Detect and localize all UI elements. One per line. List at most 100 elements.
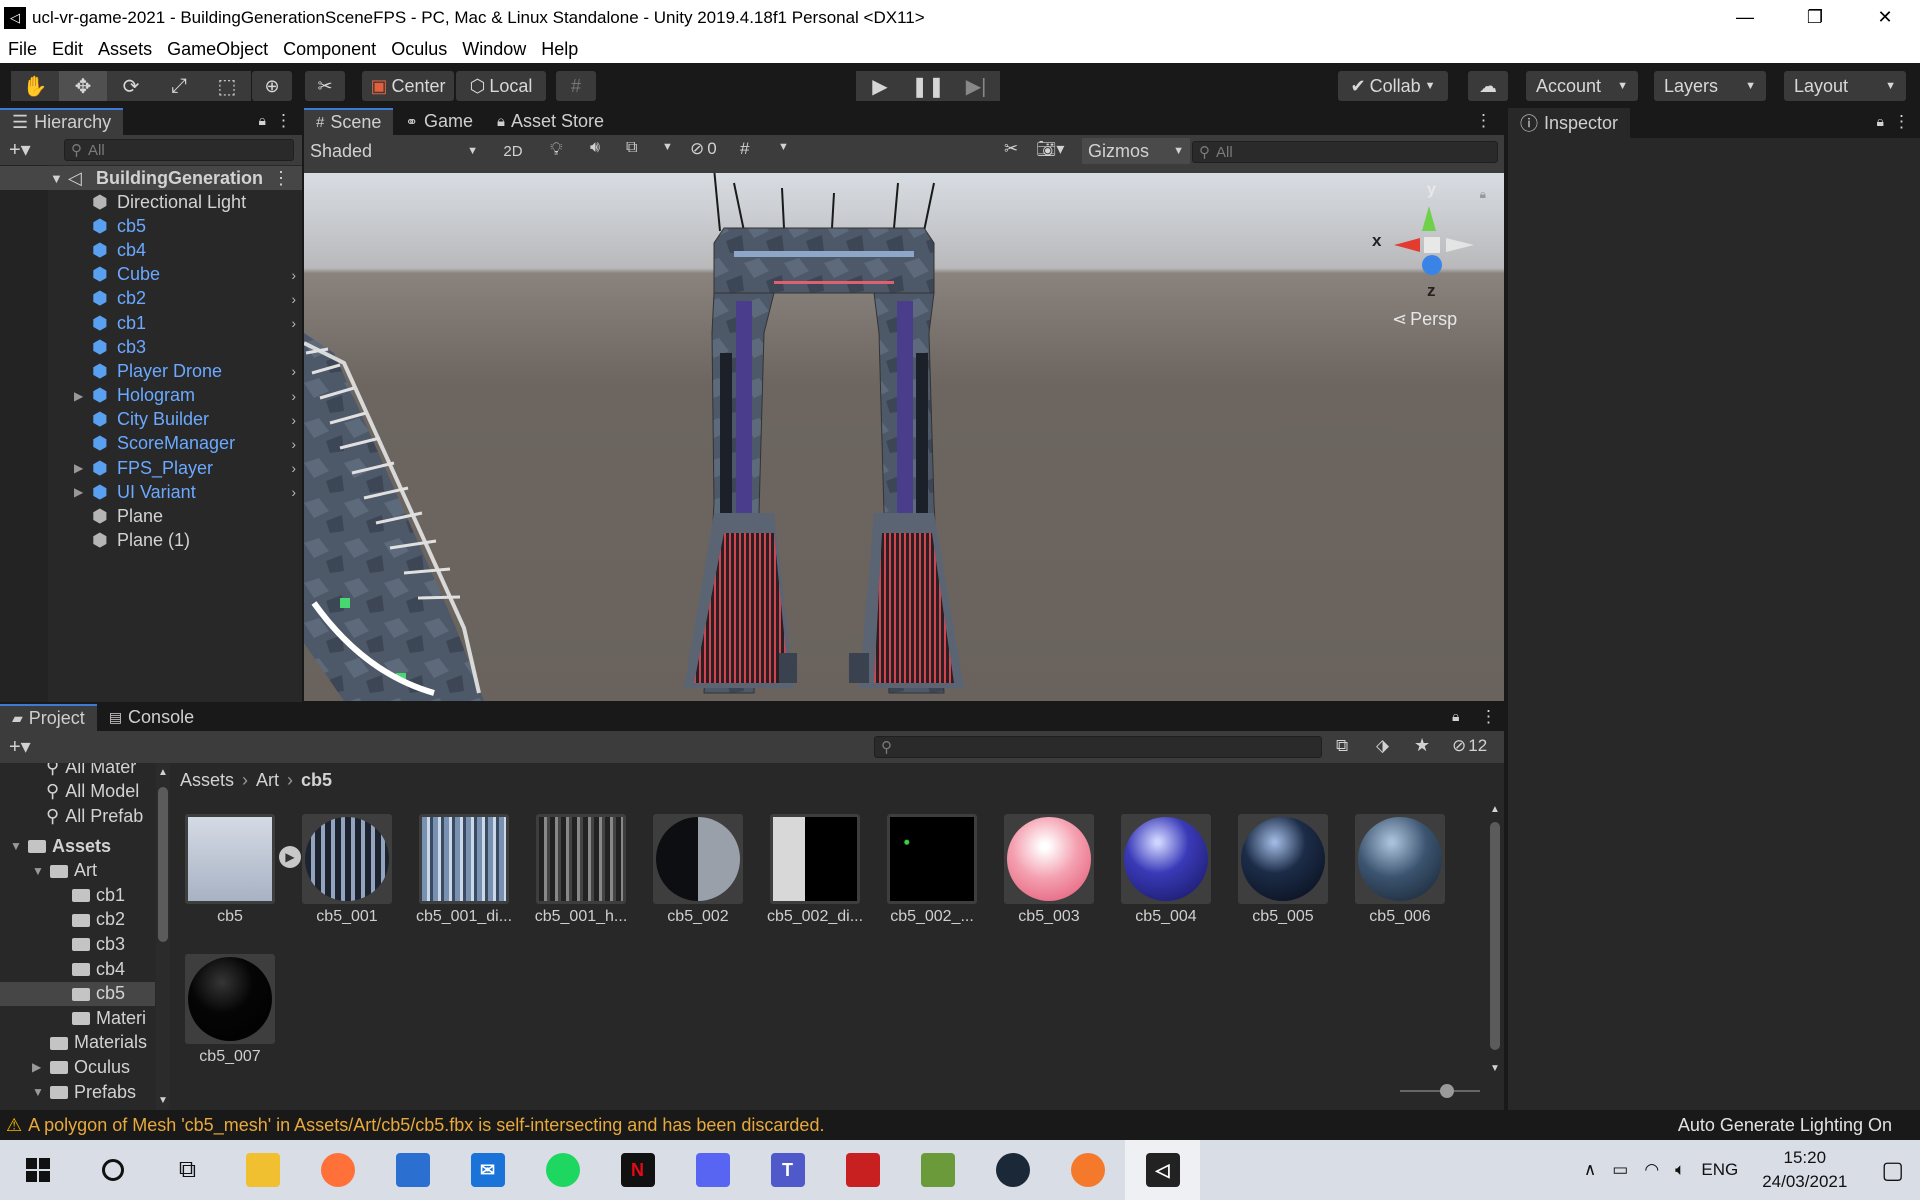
expand-down-icon[interactable]: ▼ (50, 171, 63, 186)
minecraft-icon[interactable] (900, 1140, 975, 1200)
create-plus-icon[interactable]: +▾ (9, 734, 31, 759)
notepad-icon[interactable] (375, 1140, 450, 1200)
spotify-icon[interactable] (525, 1140, 600, 1200)
asset-item[interactable]: cb5_002_... (877, 814, 987, 926)
asset-item[interactable]: cb5_002_di... (760, 814, 870, 926)
scene-visibility-toggle[interactable]: ⊘ 0 (690, 139, 717, 159)
pause-button-icon[interactable]: ❚❚ (904, 71, 952, 101)
asset-scrollbar[interactable]: ▲ ▼ (1488, 804, 1502, 1074)
prefab-open-arrow-icon[interactable]: › (291, 315, 296, 331)
breadcrumb-item[interactable]: Art (256, 770, 279, 791)
menu-item-edit[interactable]: Edit (52, 39, 83, 60)
hierarchy-item[interactable]: ▶ ⬢ FPS_Player › (0, 456, 302, 480)
folder-item[interactable]: ▶ Oculus (0, 1055, 155, 1079)
folder-item[interactable]: Materials (0, 1031, 155, 1055)
custom-tool-icon[interactable]: ✂ (305, 71, 345, 101)
expand-right-icon[interactable]: ▶ (74, 485, 83, 499)
expand-down-icon[interactable]: ▼ (10, 839, 22, 853)
folder-item[interactable]: cb1 (0, 883, 155, 907)
unity-taskbar-icon[interactable]: ◁ (1125, 1140, 1200, 1200)
hierarchy-item[interactable]: ⬢ ScoreManager › (0, 432, 302, 456)
expand-down-icon[interactable]: ▼ (32, 864, 44, 878)
play-button-icon[interactable]: ▶ (856, 71, 904, 101)
scene-search-input[interactable]: ⚲ All (1192, 141, 1498, 163)
folder-item[interactable]: Materi (0, 1006, 155, 1030)
layers-dropdown[interactable]: Layers ▼ (1654, 71, 1766, 101)
menu-item-gameobject[interactable]: GameObject (167, 39, 268, 60)
menu-item-help[interactable]: Help (541, 39, 578, 60)
kebab-menu-icon[interactable]: ⋮ (275, 111, 292, 131)
asset-scrollbar-thumb[interactable] (1490, 822, 1500, 1050)
orientation-gizmo[interactable] (1394, 206, 1474, 275)
folder-item[interactable]: cb2 (0, 908, 155, 932)
scene-viewport[interactable]: x y z ⋖ Persp 🔒︎ (304, 173, 1504, 701)
breadcrumb-item[interactable]: Assets (180, 770, 234, 791)
hidden-packages-toggle[interactable]: ⊘ 12 (1452, 736, 1487, 756)
collab-dropdown[interactable]: ✔ Collab ▼ (1338, 71, 1448, 101)
favorite-star-icon[interactable]: ★ (1414, 735, 1430, 756)
move-tool-icon[interactable]: ✥ (59, 71, 107, 101)
hierarchy-item[interactable]: ▶ ⬢ Hologram › (0, 384, 302, 408)
chevron-down-icon[interactable]: ▼ (662, 141, 673, 153)
battery-icon[interactable]: ▭ (1612, 1160, 1628, 1180)
tab-project[interactable]: ▰ Project (0, 704, 97, 731)
blender-icon[interactable] (1050, 1140, 1125, 1200)
clock[interactable]: 15:20 24/03/2021 (1762, 1146, 1847, 1194)
asset-item[interactable]: cb5_001_di... (409, 814, 519, 926)
close-button[interactable]: ✕ (1850, 0, 1920, 35)
hierarchy-item[interactable]: ⬢ cb5 (0, 214, 302, 238)
project-search-input[interactable]: ⚲ (874, 736, 1322, 758)
menu-item-oculus[interactable]: Oculus (391, 39, 447, 60)
asset-item[interactable]: cb5_006 (1345, 814, 1455, 926)
hierarchy-item[interactable]: ⬢ Plane (1) (0, 529, 302, 553)
hierarchy-item[interactable]: ⬢ cb1 › (0, 311, 302, 335)
windows-start-icon[interactable] (0, 1140, 75, 1200)
menu-item-file[interactable]: File (8, 39, 37, 60)
notifications-icon[interactable]: ▢ (1881, 1156, 1904, 1185)
mail-icon[interactable]: ✉ (450, 1140, 525, 1200)
kebab-menu-icon[interactable]: ⋮ (1480, 707, 1497, 727)
create-plus-icon[interactable]: +▾ (9, 137, 31, 162)
volume-icon[interactable]: 🔈︎ (1675, 1160, 1685, 1180)
prefab-open-arrow-icon[interactable]: › (291, 363, 296, 379)
menu-item-window[interactable]: Window (462, 39, 526, 60)
tab-console[interactable]: ▤ Console (97, 704, 206, 731)
firefox-icon[interactable] (300, 1140, 375, 1200)
projection-toggle[interactable]: ⋖ Persp (1392, 309, 1457, 330)
tab-scene[interactable]: # Scene (304, 108, 394, 135)
step-button-icon[interactable]: ▶| (952, 71, 1000, 101)
scale-tool-icon[interactable]: ⤢ (155, 71, 203, 101)
folder-item[interactable]: ▼ Assets (0, 834, 155, 858)
slider-thumb[interactable] (1440, 1084, 1454, 1098)
hierarchy-search-input[interactable]: ⚲ All (64, 139, 294, 161)
teams-icon[interactable]: T (750, 1140, 825, 1200)
hierarchy-item[interactable]: ⬢ Plane (0, 504, 302, 528)
game-app-icon[interactable] (825, 1140, 900, 1200)
hierarchy-item[interactable]: ⬢ Directional Light (0, 190, 302, 214)
hierarchy-item[interactable]: ▶ ⬢ UI Variant › (0, 480, 302, 504)
scene-root-row[interactable]: ▼ ◁ BuildingGeneration ⋮ (0, 166, 302, 190)
expand-right-icon[interactable]: ▶ (74, 461, 83, 475)
grid-snap-icon[interactable]: # (556, 71, 596, 101)
camera-icon[interactable]: 📷︎▾ (1036, 139, 1064, 159)
cloud-icon[interactable]: ☁ (1468, 71, 1508, 101)
task-view-icon[interactable]: ⧉ (150, 1140, 225, 1200)
account-dropdown[interactable]: Account ▼ (1526, 71, 1638, 101)
tree-scrollbar[interactable]: ▲ ▼ (156, 763, 170, 1110)
tab-asset-store[interactable]: 🔒︎ Asset Store (485, 108, 616, 135)
filter-label-icon[interactable]: ⬗ (1376, 736, 1389, 756)
rotate-tool-icon[interactable]: ⟳ (107, 71, 155, 101)
breadcrumb-item[interactable]: cb5 (301, 770, 332, 791)
tab-game[interactable]: ⚭ Game (393, 108, 485, 135)
favorite-item[interactable]: ⚲ All Prefab (0, 804, 155, 828)
asset-item[interactable]: cb5_001 (292, 814, 402, 926)
tray-chevron-up-icon[interactable]: ∧ (1584, 1160, 1596, 1180)
folder-item[interactable]: ▼ Art (0, 859, 155, 883)
thumbnail-size-slider[interactable] (1400, 1084, 1480, 1098)
hierarchy-item[interactable]: ⬢ cb2 › (0, 287, 302, 311)
transform-all-tool-icon[interactable]: ⊕ (252, 71, 292, 101)
menu-item-assets[interactable]: Assets (98, 39, 152, 60)
restore-button[interactable]: ❐ (1780, 0, 1850, 35)
grid-icon[interactable]: # (740, 139, 749, 159)
tab-hierarchy[interactable]: ☰ Hierarchy (0, 108, 124, 135)
